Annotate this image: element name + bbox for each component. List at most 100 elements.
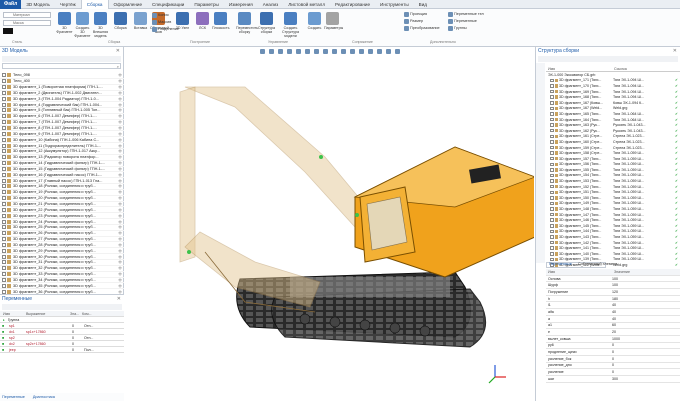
checkbox[interactable] [2, 184, 6, 189]
checkbox[interactable] [2, 79, 6, 84]
checkbox[interactable] [550, 101, 554, 105]
structure-item[interactable]: 3D фрагмент_151 (Тяги... Тяги ЭХ-1-059 Ш.… [546, 189, 680, 195]
view-tool-icon[interactable] [268, 49, 274, 54]
structure-item[interactable]: 3D фрагмент_160 (Стре... Стрела ЭХ-1-023.… [546, 139, 680, 145]
close-icon[interactable]: ✕ [673, 47, 677, 55]
close-icon[interactable]: ✕ [117, 295, 121, 303]
ribbon-small-1[interactable]: Массив [152, 19, 171, 25]
visibility-icon[interactable]: 👁 [118, 278, 122, 282]
structure-item[interactable]: 3D фрагмент_140 (Тяги... Тяги ЭХ-1-059 Ш.… [546, 251, 680, 257]
checkbox[interactable] [2, 126, 6, 131]
view-tool-icon[interactable] [322, 49, 328, 54]
view-tool-icon[interactable] [313, 49, 319, 54]
checkbox[interactable] [550, 196, 554, 200]
status-tab-1[interactable]: Диагностика [33, 395, 55, 399]
checkbox[interactable] [550, 229, 554, 234]
visibility-icon[interactable]: 👁 [118, 196, 122, 200]
ribbon-button-1[interactable]: Создать 3D Фрагмент [74, 12, 91, 38]
visibility-icon[interactable]: 👁 [118, 155, 122, 159]
structure-item[interactable]: 3D фрагмент_167 (Ковш... Ковш ЭХ-1-094 К.… [546, 100, 680, 106]
visibility-icon[interactable]: 👁 [118, 284, 122, 288]
checkbox[interactable] [550, 184, 554, 189]
checkbox[interactable] [550, 240, 554, 245]
checkbox[interactable] [2, 166, 6, 171]
ribbon-button-13[interactable]: Параметры [324, 12, 343, 30]
ribbon-button-0[interactable]: 3D Фрагмент [56, 12, 73, 34]
visibility-icon[interactable]: 👁 [118, 149, 122, 153]
structure-item[interactable]: 3D фрагмент_163 (Рук... Рукоять ЭХ-1-043.… [546, 122, 680, 128]
checkbox[interactable] [2, 161, 6, 166]
checkbox[interactable] [2, 283, 6, 288]
property-row[interactable]: Шурф 100 [546, 282, 680, 290]
view-tool-icon[interactable] [349, 49, 355, 54]
checkbox[interactable] [2, 272, 6, 277]
checkbox[interactable] [550, 95, 554, 99]
ribbon-small-4[interactable]: Размер [404, 18, 423, 24]
checkbox[interactable] [550, 89, 554, 94]
ribbon-button-11[interactable]: Создать Структура модели [282, 12, 299, 38]
ribbon-button-4[interactable]: Вставка [132, 12, 149, 30]
property-row[interactable]: a1 60 [546, 323, 680, 330]
structure-item[interactable]: 3D фрагмент_145 (Тяги... Тяги ЭХ-1-059 Ш.… [546, 223, 680, 229]
checkbox[interactable] [2, 155, 6, 160]
structure-item[interactable]: 3D фрагмент_144 (Тяги... Тяги ЭХ-1-059 Ш.… [546, 229, 680, 235]
visibility-icon[interactable]: 👁 [118, 120, 122, 124]
checkbox[interactable] [2, 96, 6, 101]
property-row[interactable]: усиление 0 [546, 369, 680, 376]
visibility-icon[interactable]: 👁 [118, 249, 122, 253]
tab-1[interactable]: Чертёж [55, 0, 81, 9]
checkbox[interactable] [2, 231, 6, 236]
checkbox[interactable] [2, 73, 6, 78]
checkbox[interactable] [2, 190, 6, 195]
checkbox[interactable] [550, 145, 554, 150]
view-tool-icon[interactable] [304, 49, 310, 54]
checkbox[interactable] [550, 252, 554, 256]
visibility-icon[interactable]: 👁 [118, 132, 122, 136]
checkbox[interactable] [2, 260, 6, 265]
property-row[interactable]: усиление_бок 0 [546, 356, 680, 363]
view-tool-icon[interactable] [340, 49, 346, 54]
view-tool-icon[interactable] [286, 49, 292, 54]
visibility-icon[interactable]: 👁 [118, 173, 122, 177]
color-swatch[interactable] [3, 28, 13, 34]
structure-item[interactable]: 3D фрагмент_150 (Тяги... Тяги ЭХ-1-059 Ш.… [546, 195, 680, 201]
tab-11[interactable]: Вид [414, 0, 432, 9]
view-tool-icon[interactable] [385, 49, 391, 54]
view-tool-icon[interactable] [394, 49, 400, 54]
checkbox[interactable] [2, 143, 6, 148]
checkbox[interactable] [2, 108, 6, 113]
property-row[interactable]: Погружение 120 [546, 289, 680, 296]
ribbon-small-3[interactable]: Проекция [404, 11, 427, 17]
mass-field[interactable]: Масса [3, 20, 51, 26]
visibility-icon[interactable]: 👁 [118, 85, 122, 89]
visibility-icon[interactable]: 👁 [118, 103, 122, 107]
structure-item[interactable]: 3D фрагмент_143 (Тяги... Тяги ЭХ-1-059 Ш.… [546, 234, 680, 240]
structure-item[interactable]: 3D фрагмент_164 (Тяги... Тяги ЭХ-1-064 Ш.… [546, 117, 680, 123]
checkbox[interactable] [550, 84, 554, 88]
structure-item[interactable]: 3D фрагмент_155 (Тяги... Тяги ЭХ-1-059 Ш.… [546, 167, 680, 173]
view-tool-icon[interactable] [277, 49, 283, 54]
structure-item[interactable]: 3D фрагмент_165 (Тяги... Тяги ЭХ-1-064 Ш.… [546, 111, 680, 117]
tab-10[interactable]: Инструменты [375, 0, 414, 9]
checkbox[interactable] [550, 173, 554, 178]
properties-tab-1[interactable]: Собственный элемент [575, 262, 621, 268]
property-row[interactable]: a 40 [546, 316, 680, 323]
checkbox[interactable] [550, 123, 554, 127]
view-tool-icon[interactable] [331, 49, 337, 54]
view-tool-icon[interactable] [358, 49, 364, 54]
tab-5[interactable]: Параметры [189, 0, 224, 9]
visibility-icon[interactable]: 👁 [118, 237, 122, 241]
ribbon-small-8[interactable]: Группы [448, 25, 467, 31]
checkbox[interactable] [2, 196, 6, 201]
property-row[interactable]: продление_щеки 0 [546, 349, 680, 356]
structure-item[interactable]: 3D фрагмент_170 (Тяги... Тяги ЭХ-1-094 Ш.… [546, 83, 680, 89]
structure-item[interactable]: 3D фрагмент_148 (Тяги... Тяги ЭХ-1-059 Ш.… [546, 206, 680, 212]
view-tool-icon[interactable] [259, 49, 265, 54]
structure-item[interactable]: 3D фрагмент_167 (Weld... Weld.grg ✔ [546, 106, 680, 112]
structure-item[interactable]: 3D фрагмент_156 (Тяги... Тяги ЭХ-1-059 Ш.… [546, 162, 680, 168]
structure-item[interactable]: 3D фрагмент_146 (Тяги... Тяги ЭХ-1-059 Ш.… [546, 217, 680, 223]
checkbox[interactable] [2, 254, 6, 259]
ribbon-button-3[interactable]: Сборка [112, 12, 129, 30]
visibility-icon[interactable]: 👁 [118, 184, 122, 188]
structure-item[interactable]: 3D фрагмент_168 (Тяги... Тяги ЭХ-1-094 Ш.… [546, 94, 680, 100]
